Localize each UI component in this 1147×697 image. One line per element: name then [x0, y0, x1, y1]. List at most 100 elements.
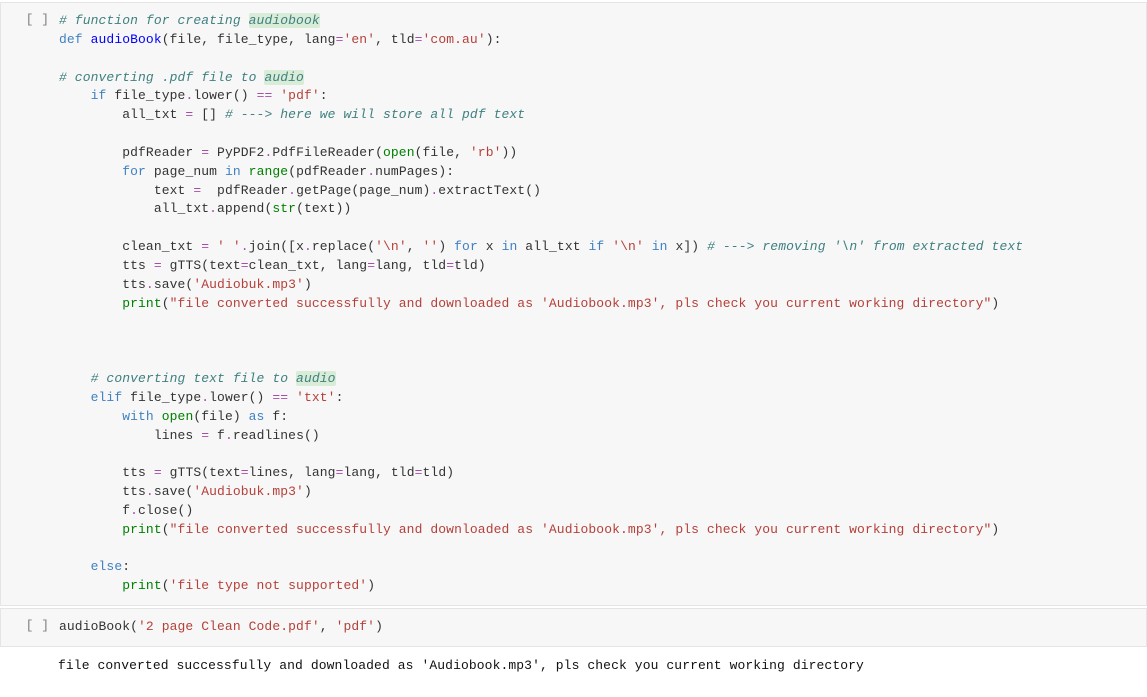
- code-token: tts: [59, 258, 154, 273]
- code-token: .: [130, 503, 138, 518]
- code-cell-1[interactable]: [ ] # function for creating audiobook de…: [0, 2, 1147, 606]
- code-token: [154, 409, 162, 424]
- code-token: =: [367, 258, 375, 273]
- code-token: :: [122, 559, 130, 574]
- code-token: if: [589, 239, 605, 254]
- code-token: .: [146, 484, 154, 499]
- code-token: save(: [154, 484, 194, 499]
- code-token: :: [336, 390, 344, 405]
- code-token: 'Audiobuk.mp3': [193, 277, 304, 292]
- code-token: 'pdf': [280, 88, 320, 103]
- code-token: # ---> here we will store all pdf text: [225, 107, 525, 122]
- code-token: all_txt: [59, 201, 209, 216]
- code-token: ==: [257, 88, 273, 103]
- code-token: 'file type not supported': [170, 578, 368, 593]
- code-token: [59, 578, 122, 593]
- code-token: audioBook: [91, 32, 162, 47]
- code-token: replace(: [312, 239, 375, 254]
- code-token: tts: [59, 277, 146, 292]
- code-token: =: [201, 145, 209, 160]
- code-token: (: [162, 578, 170, 593]
- code-token: for: [454, 239, 478, 254]
- code-token: .: [225, 428, 233, 443]
- code-token: ,: [407, 239, 423, 254]
- code-token: gTTS(text: [162, 258, 241, 273]
- code-token: ' ': [217, 239, 241, 254]
- code-token: save(: [154, 277, 194, 292]
- cell-prompt-2: [ ]: [1, 609, 59, 642]
- code-token: file_type: [122, 390, 201, 405]
- code-token: tld): [423, 465, 455, 480]
- code-token: [83, 32, 91, 47]
- code-token: else: [91, 559, 123, 574]
- code-token: open: [162, 409, 194, 424]
- code-token: 'com.au': [423, 32, 486, 47]
- code-token: pdfReader: [201, 183, 288, 198]
- code-token: gTTS(text: [162, 465, 241, 480]
- code-token: def: [59, 32, 83, 47]
- code-editor-1[interactable]: # function for creating audiobook def au…: [59, 3, 1146, 605]
- code-token: print: [122, 296, 162, 311]
- code-token: [59, 409, 122, 424]
- code-token: for: [122, 164, 146, 179]
- code-token: f: [59, 503, 130, 518]
- code-token: tld): [454, 258, 486, 273]
- output-prompt: [ ]: [0, 653, 58, 686]
- code-token: .: [201, 390, 209, 405]
- code-token: file_type: [106, 88, 185, 103]
- code-token: [59, 522, 122, 537]
- code-token: '': [423, 239, 439, 254]
- code-token: .: [209, 201, 217, 216]
- code-token: (file, file_type, lang: [162, 32, 336, 47]
- output-area: [ ] file converted successfully and down…: [0, 649, 1147, 690]
- code-token: lang, tld: [375, 258, 446, 273]
- code-token: .: [146, 277, 154, 292]
- code-token: (file): [193, 409, 248, 424]
- code-token: tts: [59, 465, 154, 480]
- code-token: elif: [91, 390, 123, 405]
- code-token: , tld: [375, 32, 415, 47]
- code-token: [288, 390, 296, 405]
- code-token: lang, tld: [343, 465, 414, 480]
- code-token: if: [91, 88, 107, 103]
- code-token: # function for creating: [59, 13, 249, 28]
- code-token: .: [367, 164, 375, 179]
- code-token: =: [201, 239, 209, 254]
- code-token: clean_txt, lang: [249, 258, 368, 273]
- code-token: 'en': [343, 32, 375, 47]
- code-token: [59, 88, 91, 103]
- code-token: page_num: [146, 164, 225, 179]
- code-token: text: [59, 183, 193, 198]
- code-token: .: [304, 239, 312, 254]
- code-cell-2[interactable]: [ ] audioBook('2 page Clean Code.pdf', '…: [0, 608, 1147, 647]
- code-token: print: [122, 578, 162, 593]
- output-text: file converted successfully and download…: [58, 653, 1147, 680]
- code-token: =: [154, 465, 162, 480]
- code-token: join([x: [249, 239, 304, 254]
- code-token: open: [383, 145, 415, 160]
- code-token: =: [241, 465, 249, 480]
- code-token: =: [241, 258, 249, 273]
- code-token: all_txt: [59, 107, 185, 122]
- code-token: lines: [59, 428, 201, 443]
- code-token: x]): [668, 239, 708, 254]
- code-token: ):: [486, 32, 502, 47]
- code-token: # converting .pdf file to: [59, 70, 264, 85]
- code-token: [59, 390, 91, 405]
- code-token: 'Audiobuk.mp3': [193, 484, 304, 499]
- code-token: as: [249, 409, 265, 424]
- code-token: )): [502, 145, 518, 160]
- code-token: range: [249, 164, 289, 179]
- code-token: in: [225, 164, 241, 179]
- code-token: audiobook: [249, 13, 320, 28]
- code-editor-2[interactable]: audioBook('2 page Clean Code.pdf', 'pdf'…: [59, 609, 1146, 646]
- code-token: in: [652, 239, 668, 254]
- code-token: =: [154, 258, 162, 273]
- code-token: numPages):: [375, 164, 454, 179]
- code-token: f:: [264, 409, 288, 424]
- code-token: (: [162, 296, 170, 311]
- code-token: [59, 164, 122, 179]
- code-token: str: [272, 201, 296, 216]
- code-token: in: [502, 239, 518, 254]
- code-token: (pdfReader: [288, 164, 367, 179]
